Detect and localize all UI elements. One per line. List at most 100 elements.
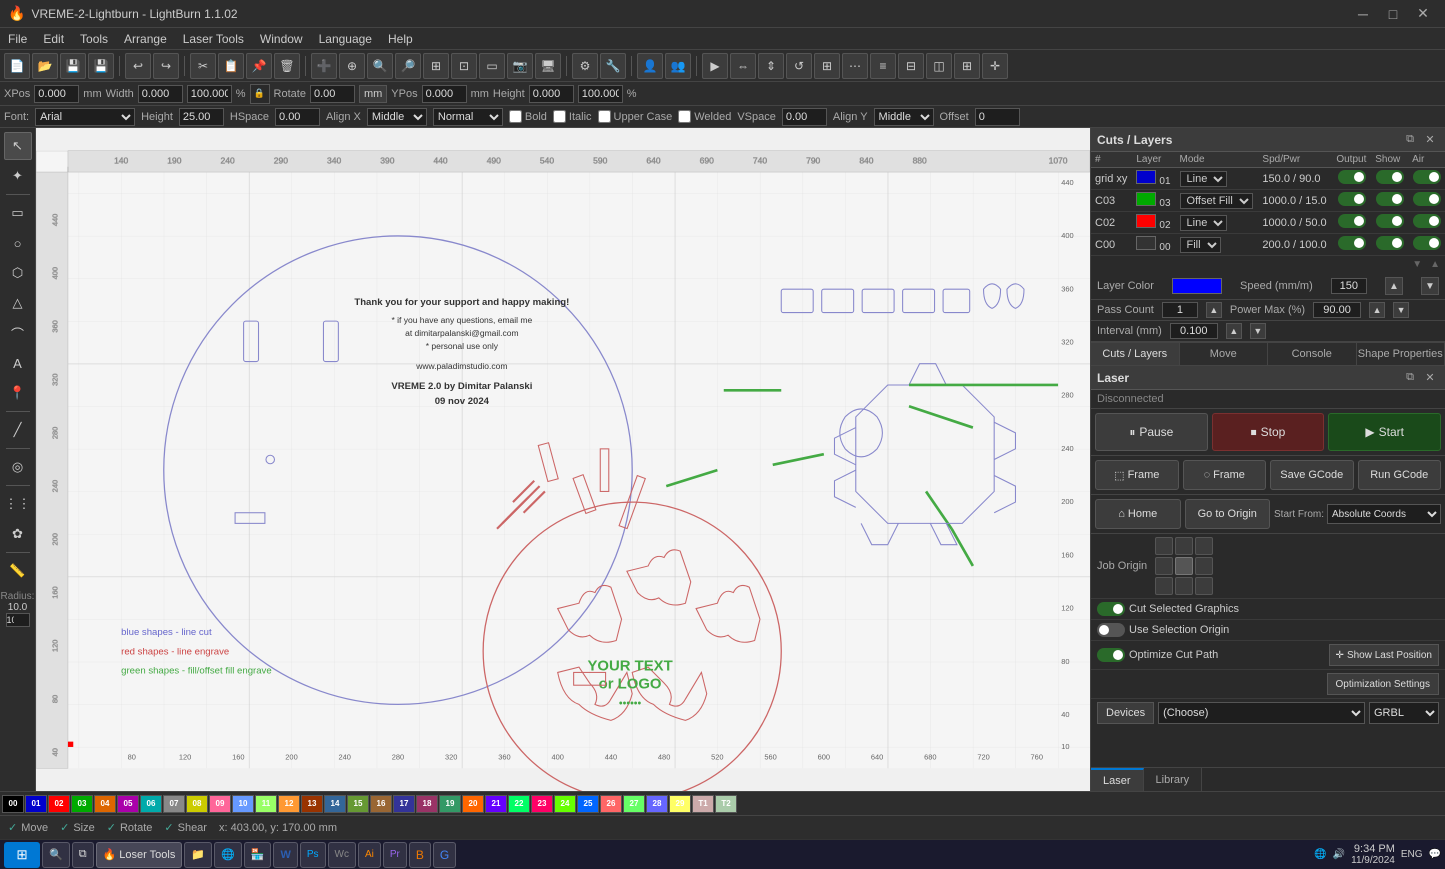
premiere-taskbar-btn[interactable]: Pr — [383, 842, 407, 868]
layer-output-c02[interactable] — [1332, 212, 1371, 234]
zoom-fit-btn[interactable]: ⊞ — [423, 53, 449, 79]
origin-mc[interactable] — [1175, 557, 1193, 575]
show-toggle-c03[interactable] — [1376, 192, 1404, 206]
layer-show-c00[interactable] — [1371, 234, 1408, 256]
layer-row-c02[interactable]: C02 02 Line 1000.0 / 50.0 — [1091, 212, 1445, 234]
bold-checkbox[interactable] — [509, 110, 522, 123]
layer-mode-c03[interactable]: Offset Fill — [1176, 190, 1259, 212]
user-btn[interactable]: 👤 — [637, 53, 663, 79]
interval-up-btn[interactable]: ▲ — [1226, 323, 1242, 339]
layer-air-c00[interactable] — [1408, 234, 1445, 256]
mode-select[interactable]: Normal — [433, 108, 503, 126]
minimize-button[interactable]: ─ — [1349, 0, 1377, 28]
copy-btn[interactable]: 📋 — [218, 53, 244, 79]
font-height-input[interactable] — [179, 108, 224, 126]
layer-show-c02[interactable] — [1371, 212, 1408, 234]
output-toggle-c00[interactable] — [1338, 236, 1366, 250]
grid-tool-btn[interactable]: ⋮⋮ — [4, 490, 32, 518]
bold-check-label[interactable]: Bold — [509, 110, 547, 123]
scroll-up-btn[interactable]: ▲ — [1426, 257, 1444, 272]
target-btn[interactable]: ⊕ — [339, 53, 365, 79]
zoom-sel-btn[interactable]: ⊡ — [451, 53, 477, 79]
layer-air-c02[interactable] — [1408, 212, 1445, 234]
devices-button[interactable]: Devices — [1097, 702, 1154, 724]
layer-color-swatch[interactable] — [1172, 278, 1222, 294]
layer-output-c00[interactable] — [1332, 234, 1371, 256]
menu-window[interactable]: Window — [252, 28, 311, 50]
measure-btn[interactable]: 📏 — [4, 557, 32, 585]
menu-laser-tools[interactable]: Laser Tools — [175, 28, 252, 50]
frame-button2[interactable]: ◌ Frame — [1183, 460, 1267, 490]
mode-select-c00[interactable]: Fill — [1180, 237, 1221, 253]
show-toggle-c00[interactable] — [1376, 236, 1404, 250]
blender-taskbar-btn[interactable]: B — [409, 842, 431, 868]
volume-icon[interactable]: 🔊 — [1333, 849, 1345, 860]
start-button-win[interactable]: ⊞ — [4, 842, 40, 868]
palette-color-04[interactable]: 04 — [94, 795, 116, 813]
width-input[interactable] — [138, 85, 183, 103]
palette-color-29[interactable]: 29 — [669, 795, 691, 813]
palette-color-t1[interactable]: T1 — [692, 795, 714, 813]
palette-color-20[interactable]: 20 — [462, 795, 484, 813]
camera-btn[interactable]: 📷 — [507, 53, 533, 79]
user2-btn[interactable]: 👥 — [665, 53, 691, 79]
menu-file[interactable]: File — [0, 28, 35, 50]
interval-input[interactable] — [1170, 323, 1218, 339]
italic-checkbox[interactable] — [553, 110, 566, 123]
task-view-btn[interactable]: ⧉ — [72, 842, 94, 868]
add-btn[interactable]: ➕ — [311, 53, 337, 79]
home-button[interactable]: ⌂ Home — [1095, 499, 1181, 529]
palette-color-10[interactable]: 10 — [232, 795, 254, 813]
hspace-input[interactable] — [275, 108, 320, 126]
more1-btn[interactable]: ◫ — [926, 53, 952, 79]
air-toggle-gridxy[interactable] — [1413, 170, 1441, 184]
snap-btn[interactable]: ⊞ — [814, 53, 840, 79]
tab-move[interactable]: Move — [1180, 343, 1269, 365]
palette-color-11[interactable]: 11 — [255, 795, 277, 813]
polygon-tool-btn[interactable]: ⬡ — [4, 259, 32, 287]
palette-color-13[interactable]: 13 — [301, 795, 323, 813]
layer-show-gridxy[interactable] — [1371, 168, 1408, 190]
illustrator-taskbar-btn[interactable]: Ai — [358, 842, 381, 868]
upper-checkbox[interactable] — [598, 110, 611, 123]
cut-btn[interactable]: ✂ — [190, 53, 216, 79]
tab-library[interactable]: Library — [1144, 768, 1203, 791]
edge-taskbar-btn[interactable]: 🌐 — [214, 842, 242, 868]
tab-laser[interactable]: Laser — [1091, 768, 1144, 791]
layer-row-c03[interactable]: C03 03 Offset Fill 1000.0 / 15.0 — [1091, 190, 1445, 212]
interval-down-btn[interactable]: ▼ — [1250, 323, 1266, 339]
air-toggle-c00[interactable] — [1413, 236, 1441, 250]
alignx-select[interactable]: Middle — [367, 108, 427, 126]
text-tool-btn[interactable]: A — [4, 349, 32, 377]
pass-count-input[interactable] — [1162, 302, 1198, 318]
air-toggle-c02[interactable] — [1413, 214, 1441, 228]
palette-color-25[interactable]: 25 — [577, 795, 599, 813]
power-down-btn[interactable]: ▼ — [1393, 302, 1409, 318]
word-taskbar-btn[interactable]: W — [273, 842, 297, 868]
output-toggle-c03[interactable] — [1338, 192, 1366, 206]
origin-bc[interactable] — [1175, 577, 1193, 595]
paste-btn[interactable]: 📌 — [246, 53, 272, 79]
draw-line-btn[interactable]: ╱ — [4, 416, 32, 444]
run-gcode-button[interactable]: Run GCode — [1358, 460, 1442, 490]
menu-arrange[interactable]: Arrange — [116, 28, 175, 50]
show-toggle-c02[interactable] — [1376, 214, 1404, 228]
monitor-btn[interactable]: 🖥 — [535, 53, 561, 79]
palette-color-12[interactable]: 12 — [278, 795, 300, 813]
palette-color-t2[interactable]: T2 — [715, 795, 737, 813]
origin-mr[interactable] — [1195, 557, 1213, 575]
palette-color-05[interactable]: 05 — [117, 795, 139, 813]
origin-tr[interactable] — [1195, 537, 1213, 555]
font-select[interactable]: Arial — [35, 108, 135, 126]
output-toggle-c02[interactable] — [1338, 214, 1366, 228]
xpos-input[interactable] — [34, 85, 79, 103]
circular-array-btn[interactable]: ✿ — [4, 520, 32, 548]
lightburn-taskbar-btn[interactable]: 🔥 Loser Tools — [96, 842, 183, 868]
chrome-taskbar-btn[interactable]: G — [433, 842, 456, 868]
speed-input[interactable] — [1331, 278, 1367, 294]
layer-row-gridxy[interactable]: grid xy 01 Line 150.0 / 90.0 — [1091, 168, 1445, 190]
upper-check-label[interactable]: Upper Case — [598, 110, 673, 123]
start-button[interactable]: ▶ Start — [1328, 413, 1441, 451]
canvas-area[interactable]: 140 190 240 290 340 390 440 490 540 590 … — [36, 128, 1090, 791]
output-toggle-gridxy[interactable] — [1338, 170, 1366, 184]
